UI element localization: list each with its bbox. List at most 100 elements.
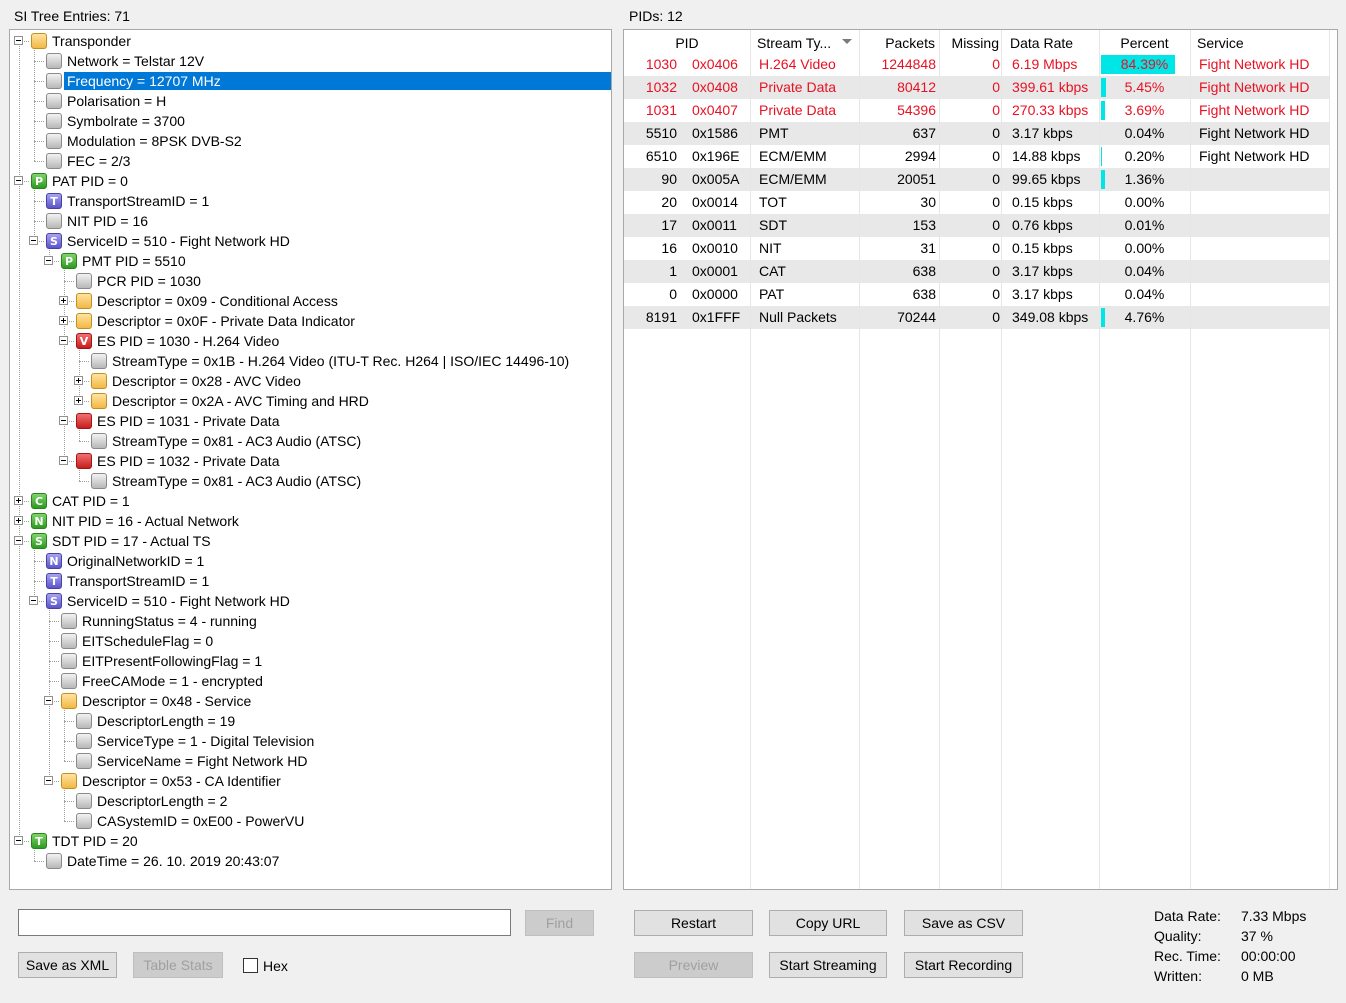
tree-node[interactable]: ServiceType = 1 - Digital Television	[10, 731, 611, 751]
collapse-minus-icon[interactable]	[14, 176, 23, 185]
tree-node[interactable]: EITScheduleFlag = 0	[10, 631, 611, 651]
collapse-minus-icon[interactable]	[59, 416, 68, 425]
tree-node[interactable]: StreamType = 0x1B - H.264 Video (ITU-T R…	[10, 351, 611, 371]
table-row[interactable]: 1032 0x0408 Private Data 80412 0 399.61 kbps 5…	[624, 76, 1329, 99]
start-streaming-button[interactable]: Start Streaming	[769, 952, 887, 978]
cell-percent: 0.04%	[1124, 286, 1165, 302]
tree-node[interactable]: StreamType = 0x81 - AC3 Audio (ATSC)	[10, 471, 611, 491]
tree-node[interactable]: Polarisation = H	[10, 91, 611, 111]
tree-node[interactable]: ES PID = 1032 - Private Data	[10, 451, 611, 471]
find-button[interactable]: Find	[525, 910, 594, 936]
save-as-xml-button[interactable]: Save as XML	[18, 952, 117, 978]
table-row[interactable]: 17 0x0011 SDT 153 0 0.76 kbps 0.01%	[624, 214, 1329, 237]
collapse-minus-icon[interactable]	[29, 596, 38, 605]
folder-icon	[61, 693, 77, 709]
column-header[interactable]: Data Rate	[1010, 32, 1099, 54]
column-header[interactable]: PID	[624, 32, 750, 54]
table-row[interactable]: 16 0x0010 NIT 31 0 0.15 kbps 0.00%	[624, 237, 1329, 260]
tree-node[interactable]: ServiceName = Fight Network HD	[10, 751, 611, 771]
copy-url-button[interactable]: Copy URL	[769, 910, 887, 936]
tree-node[interactable]: N NIT PID = 16 - Actual Network	[10, 511, 611, 531]
collapse-minus-icon[interactable]	[44, 696, 53, 705]
cell-type: PAT	[759, 286, 785, 302]
collapse-minus-icon[interactable]	[29, 236, 38, 245]
tree-node[interactable]: S SDT PID = 17 - Actual TS	[10, 531, 611, 551]
table-row[interactable]: 1 0x0001 CAT 638 0 3.17 kbps 0.04%	[624, 260, 1329, 283]
cell-type: PMT	[759, 125, 789, 141]
tree-node[interactable]: EITPresentFollowingFlag = 1	[10, 651, 611, 671]
table-row[interactable]: 8191 0x1FFF Null Packets 70244 0 349.08 kbps 4…	[624, 306, 1329, 329]
expand-plus-icon[interactable]	[74, 376, 83, 385]
tree-node[interactable]: P PMT PID = 5510	[10, 251, 611, 271]
restart-button[interactable]: Restart	[634, 910, 753, 936]
sort-desc-icon[interactable]	[842, 39, 852, 44]
tree-node[interactable]: PCR PID = 1030	[10, 271, 611, 291]
tree-node[interactable]: Descriptor = 0x0F - Private Data Indicat…	[10, 311, 611, 331]
table-row[interactable]: 20 0x0014 TOT 30 0 0.15 kbps 0.00%	[624, 191, 1329, 214]
tree-node[interactable]: S ServiceID = 510 - Fight Network HD	[10, 231, 611, 251]
tree-node[interactable]: T TransportStreamID = 1	[10, 191, 611, 211]
tree-node[interactable]: Transponder	[10, 31, 611, 51]
table-row[interactable]: 6510 0x196E ECM/EMM 2994 0 14.88 kbps 0.20% Fig…	[624, 145, 1329, 168]
save-as-csv-button[interactable]: Save as CSV	[904, 910, 1023, 936]
collapse-minus-icon[interactable]	[59, 456, 68, 465]
column-header[interactable]: Missing	[939, 32, 999, 54]
table-row[interactable]: 0 0x0000 PAT 638 0 3.17 kbps 0.04%	[624, 283, 1329, 306]
collapse-minus-icon[interactable]	[14, 536, 23, 545]
tree-node[interactable]: Modulation = 8PSK DVB-S2	[10, 131, 611, 151]
tree-node[interactable]: V ES PID = 1030 - H.264 Video	[10, 331, 611, 351]
collapse-minus-icon[interactable]	[14, 36, 23, 45]
preview-button[interactable]: Preview	[634, 952, 753, 978]
column-header[interactable]: Packets	[859, 32, 935, 54]
expand-plus-icon[interactable]	[59, 296, 68, 305]
tree-node[interactable]: Descriptor = 0x28 - AVC Video	[10, 371, 611, 391]
tree-node[interactable]: NIT PID = 16	[10, 211, 611, 231]
column-header[interactable]: Service	[1197, 32, 1327, 54]
tree-node[interactable]: T TransportStreamID = 1	[10, 571, 611, 591]
tree-node[interactable]: RunningStatus = 4 - running	[10, 611, 611, 631]
table-stats-button[interactable]: Table Stats	[133, 952, 223, 978]
tree-node[interactable]: Descriptor = 0x09 - Conditional Access	[10, 291, 611, 311]
tree-node[interactable]: DescriptorLength = 19	[10, 711, 611, 731]
tree-node[interactable]: DescriptorLength = 2	[10, 791, 611, 811]
expand-plus-icon[interactable]	[74, 396, 83, 405]
data-rate-value: 7.33 Mbps	[1241, 908, 1307, 924]
table-row[interactable]: 1031 0x0407 Private Data 54396 0 270.33 kbps 3…	[624, 99, 1329, 122]
tree-node[interactable]: N OriginalNetworkID = 1	[10, 551, 611, 571]
column-header[interactable]: Percent	[1099, 32, 1190, 54]
tree-node[interactable]: ES PID = 1031 - Private Data	[10, 411, 611, 431]
table-row[interactable]: 90 0x005A ECM/EMM 20051 0 99.65 kbps 1.36%	[624, 168, 1329, 191]
tree-node[interactable]: CASystemID = 0xE00 - PowerVU	[10, 811, 611, 831]
find-input[interactable]	[18, 909, 511, 936]
tree-node[interactable]: Descriptor = 0x48 - Service	[10, 691, 611, 711]
pid-table[interactable]: PID Stream Ty... Packets Missing Data Rate Pe…	[623, 29, 1338, 890]
n-badge-icon: N	[31, 513, 47, 529]
tree-node[interactable]: Network = Telstar 12V	[10, 51, 611, 71]
tree-node[interactable]: S ServiceID = 510 - Fight Network HD	[10, 591, 611, 611]
tree-node[interactable]: FEC = 2/3	[10, 151, 611, 171]
tree-node[interactable]: Descriptor = 0x53 - CA Identifier	[10, 771, 611, 791]
tree-node-label: EITScheduleFlag = 0	[82, 633, 214, 649]
si-tree-view[interactable]: Transponder Network = Telstar 12V Frequenc…	[9, 29, 612, 890]
collapse-minus-icon[interactable]	[14, 836, 23, 845]
tree-node[interactable]: Frequency = 12707 MHz	[10, 71, 611, 91]
expand-plus-icon[interactable]	[14, 496, 23, 505]
collapse-minus-icon[interactable]	[44, 256, 53, 265]
tree-node[interactable]: Descriptor = 0x2A - AVC Timing and HRD	[10, 391, 611, 411]
tree-node[interactable]: P PAT PID = 0	[10, 171, 611, 191]
expand-plus-icon[interactable]	[14, 516, 23, 525]
table-row[interactable]: 5510 0x1586 PMT 637 0 3.17 kbps 0.04% Fight Net…	[624, 122, 1329, 145]
tree-node[interactable]: DateTime = 26. 10. 2019 20:43:07	[10, 851, 611, 871]
tree-node[interactable]: C CAT PID = 1	[10, 491, 611, 511]
table-row[interactable]: 1030 0x0406 H.264 Video 1244848 0 6.19 Mbps 84…	[624, 53, 1329, 76]
collapse-minus-icon[interactable]	[59, 336, 68, 345]
tree-node-label: PMT PID = 5510	[82, 253, 186, 269]
tree-node[interactable]: StreamType = 0x81 - AC3 Audio (ATSC)	[10, 431, 611, 451]
collapse-minus-icon[interactable]	[44, 776, 53, 785]
tree-node[interactable]: Symbolrate = 3700	[10, 111, 611, 131]
hex-checkbox[interactable]	[243, 958, 258, 973]
start-recording-button[interactable]: Start Recording	[904, 952, 1023, 978]
expand-plus-icon[interactable]	[59, 316, 68, 325]
tree-node[interactable]: FreeCAMode = 1 - encrypted	[10, 671, 611, 691]
tree-node[interactable]: T TDT PID = 20	[10, 831, 611, 851]
